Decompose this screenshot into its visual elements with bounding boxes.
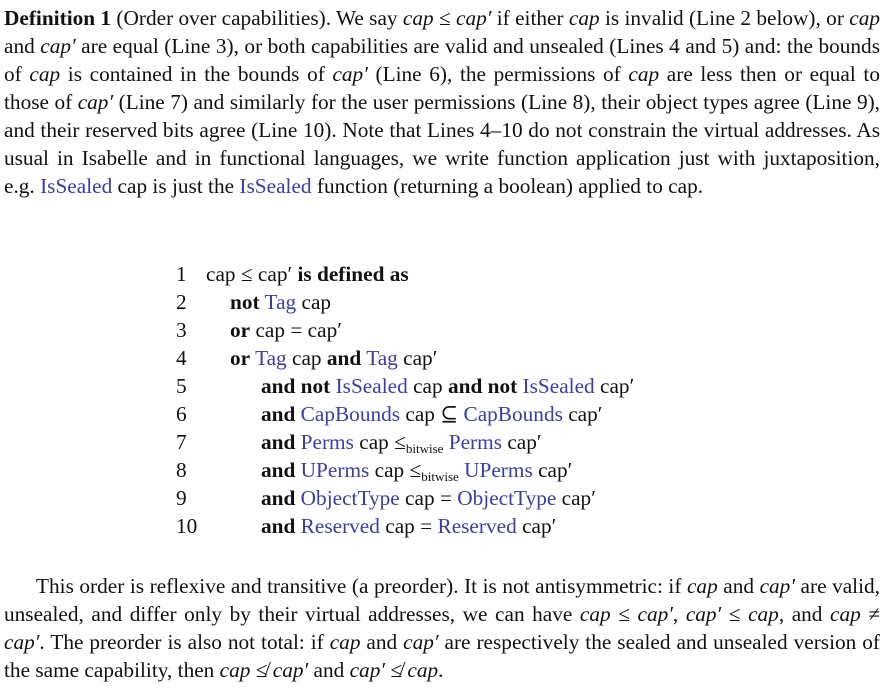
line-number: 1 bbox=[176, 262, 187, 286]
preorder-paragraph: This order is reflexive and transitive (… bbox=[4, 574, 881, 682]
page: Definition 1 (Order over capabilities). … bbox=[4, 6, 881, 682]
line-number: 5 bbox=[176, 374, 187, 398]
definition-title: (Order over capabilities). bbox=[116, 6, 332, 30]
line-number: 3 bbox=[176, 318, 187, 342]
line-number: 6 bbox=[176, 402, 187, 426]
definition-label: Definition 1 bbox=[4, 6, 112, 30]
line-number: 8 bbox=[176, 458, 187, 482]
line-number: 9 bbox=[176, 486, 187, 510]
line-number: 4 bbox=[176, 346, 187, 370]
definition-paragraph: Definition 1 (Order over capabilities). … bbox=[4, 6, 881, 198]
line-number: 2 bbox=[176, 290, 187, 314]
issealed-ref: IsSealed bbox=[40, 174, 113, 198]
line-number: 10 bbox=[176, 514, 198, 538]
issealed-ref: IsSealed bbox=[239, 174, 312, 198]
line-number: 7 bbox=[176, 430, 187, 454]
